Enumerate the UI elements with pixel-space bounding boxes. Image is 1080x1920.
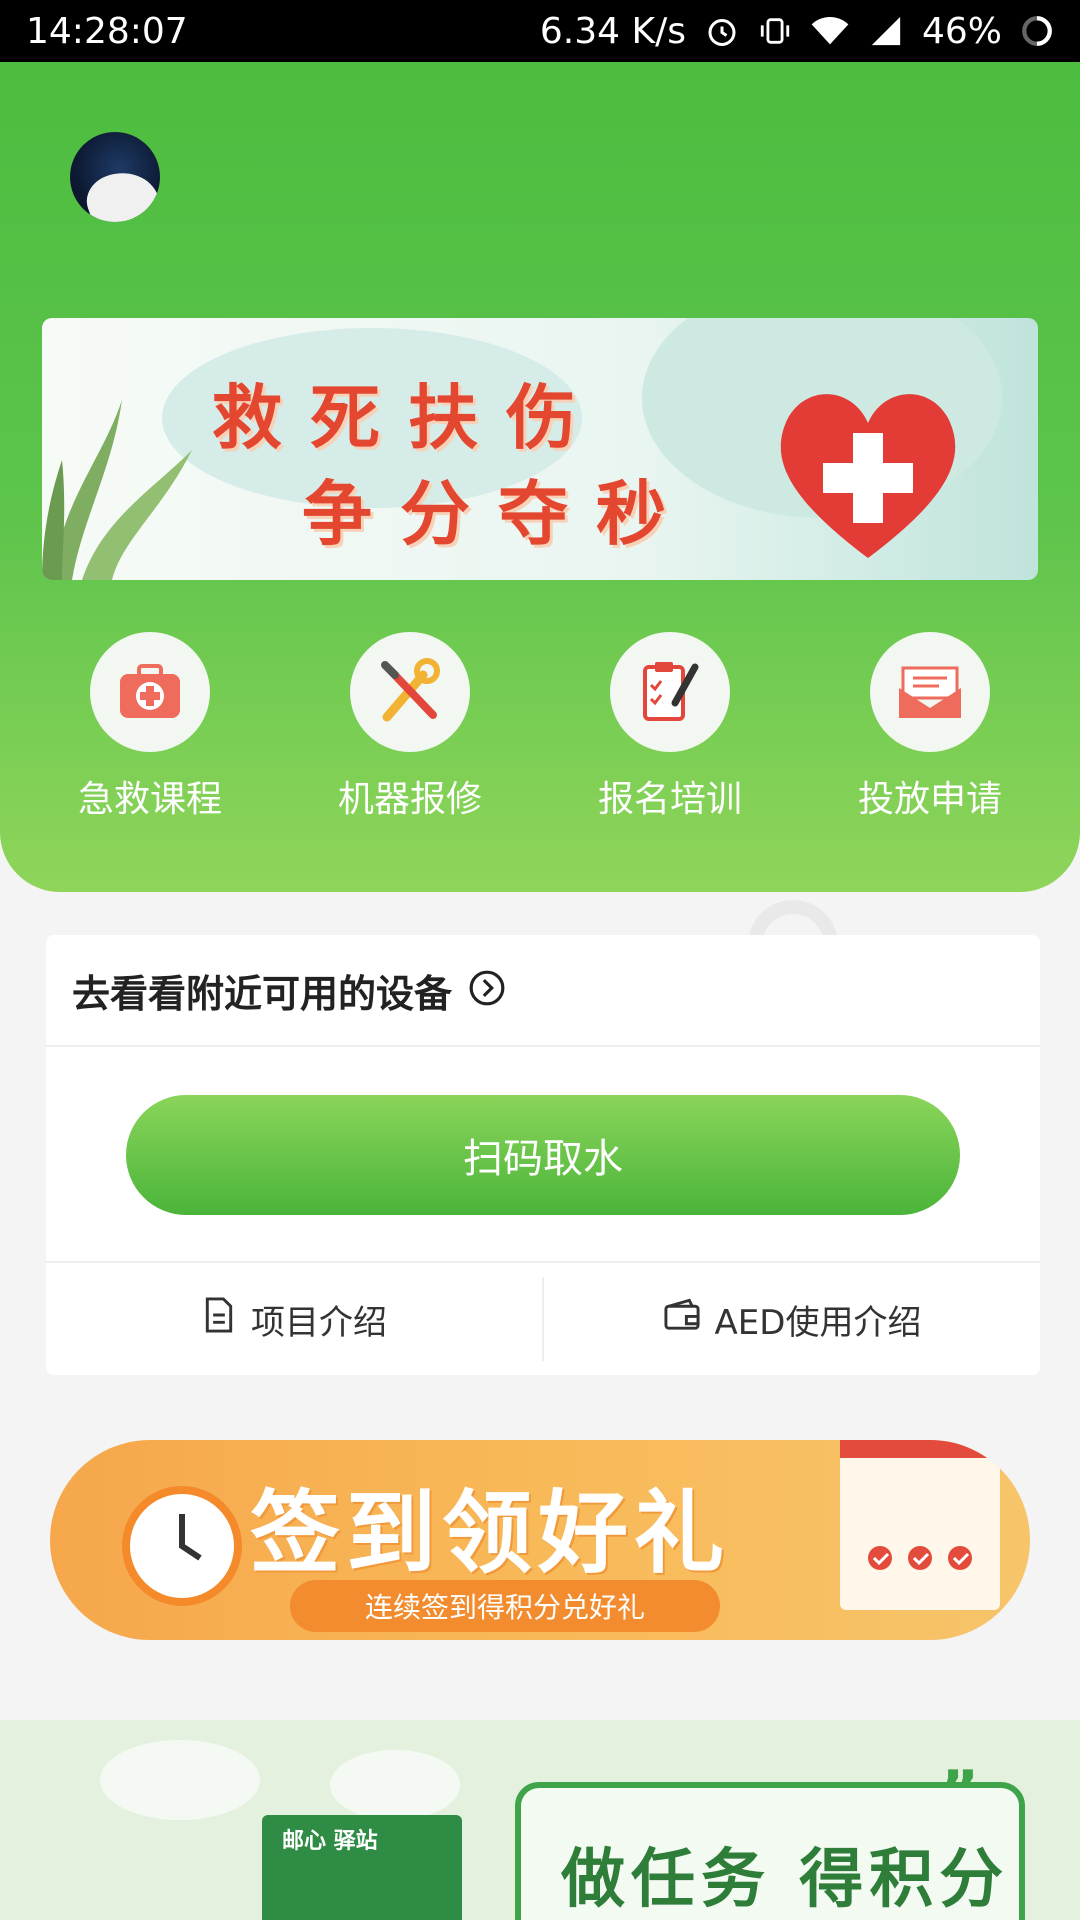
battery-text: 46% xyxy=(921,10,1002,52)
sign-in-banner[interactable]: 签到领好礼 连续签到得积分兑好礼 xyxy=(50,1440,1030,1640)
hero-line1: 救死扶伤 xyxy=(212,376,604,459)
envelope-icon xyxy=(870,632,990,752)
status-bar: 14:28:07 6.34 K/s 46% xyxy=(0,0,1080,62)
link-label: 项目介绍 xyxy=(251,1302,387,1343)
menu-item-placement-application[interactable]: 投放申请 xyxy=(830,632,1030,822)
document-icon xyxy=(201,1296,237,1343)
menu-label: 急救课程 xyxy=(77,779,222,820)
vibrate-icon xyxy=(758,13,792,49)
net-speed: 6.34 K/s xyxy=(539,10,686,52)
repair-tools-icon xyxy=(350,632,470,752)
task-promo-banner[interactable]: 邮心 驿站 ” 做任务 得积分 xyxy=(0,1720,1080,1920)
plant-illustration-icon xyxy=(42,400,192,580)
header-section: 救死扶伤 争分夺秒 急救课程 机器报修 报名培训 投放申请 xyxy=(0,62,1080,892)
nearby-devices-link[interactable]: 去看看附近可用的设备 xyxy=(46,935,1040,1047)
hero-line2: 争分夺秒 xyxy=(302,472,694,555)
wifi-icon xyxy=(810,14,850,48)
quote-icon: ” xyxy=(939,1758,979,1828)
clipboard-pen-icon xyxy=(610,632,730,752)
task-box: ” 做任务 得积分 xyxy=(515,1758,1025,1920)
chevron-right-circle-icon xyxy=(468,969,506,1011)
sign-title: 签到领好礼 xyxy=(250,1481,730,1586)
status-right: 6.34 K/s 46% xyxy=(540,11,1054,52)
link-label: AED使用介绍 xyxy=(714,1302,922,1343)
menu-item-first-aid-course[interactable]: 急救课程 xyxy=(50,632,250,822)
quick-menu: 急救课程 机器报修 报名培训 投放申请 xyxy=(0,632,1080,822)
menu-item-machine-repair[interactable]: 机器报修 xyxy=(310,632,510,822)
card-title: 去看看附近可用的设备 xyxy=(72,971,453,1016)
menu-label: 机器报修 xyxy=(337,779,482,820)
heart-cross-icon xyxy=(780,394,956,558)
signal-icon xyxy=(868,14,904,48)
hero-banner[interactable]: 救死扶伤 争分夺秒 xyxy=(42,318,1038,580)
kiosk-label: 邮心 驿站 xyxy=(282,1829,378,1854)
sign-subtitle: 连续签到得积分兑好礼 xyxy=(290,1580,720,1632)
menu-label: 投放申请 xyxy=(857,779,1002,820)
wallet-icon xyxy=(663,1298,701,1341)
device-card: 去看看附近可用的设备 扫码取水 项目介绍 AED使用介绍 xyxy=(46,935,1040,1375)
clock-icon xyxy=(122,1486,242,1606)
first-aid-kit-icon xyxy=(90,632,210,752)
aed-intro-link[interactable]: AED使用介绍 xyxy=(544,1263,1040,1375)
menu-item-training-signup[interactable]: 报名培训 xyxy=(570,632,770,822)
task-text: 做任务 得积分 xyxy=(561,1843,1010,1917)
kiosk-illustration: 邮心 驿站 xyxy=(262,1815,462,1920)
calendar-icon xyxy=(840,1440,1000,1610)
battery-ring-icon xyxy=(1020,14,1054,48)
status-time: 14:28:07 xyxy=(26,10,188,52)
scan-water-button[interactable]: 扫码取水 xyxy=(126,1095,960,1215)
menu-label: 报名培训 xyxy=(597,779,742,820)
card-links: 项目介绍 AED使用介绍 xyxy=(46,1261,1040,1375)
project-intro-link[interactable]: 项目介绍 xyxy=(46,1263,542,1375)
alarm-icon xyxy=(704,13,740,49)
avatar[interactable] xyxy=(70,132,160,222)
